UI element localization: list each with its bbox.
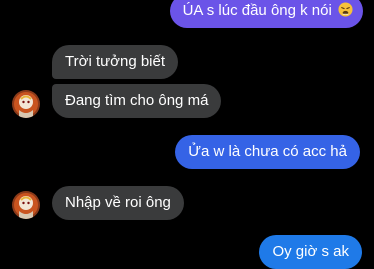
received-message-bubble[interactable]: Nhập về roi ông (52, 186, 184, 220)
sent-message-bubble[interactable]: Oy giờ s ak (259, 235, 362, 269)
message-text: Đang tìm cho ông má (65, 92, 209, 109)
contact-avatar[interactable] (12, 90, 40, 118)
received-message-bubble[interactable]: Đang tìm cho ông má (52, 84, 222, 118)
sent-message-bubble[interactable]: ÚA s lúc đầu ông k nói (169, 0, 363, 28)
message-text: Trời tưởng biết (65, 53, 166, 70)
message-text: ÚA s lúc đầu ông k nói (182, 2, 332, 19)
sent-message-bubble[interactable]: Ửa w là chưa có acc hả (175, 135, 360, 169)
tired-face-emoji-icon (338, 0, 353, 17)
message-text: Oy giờ s ak (272, 243, 349, 260)
contact-avatar[interactable] (12, 191, 40, 219)
received-message-bubble[interactable]: Trời tưởng biết (52, 45, 179, 79)
message-text: Ửa w là chưa có acc hả (188, 143, 347, 160)
message-text: Nhập về roi ông (65, 194, 171, 211)
